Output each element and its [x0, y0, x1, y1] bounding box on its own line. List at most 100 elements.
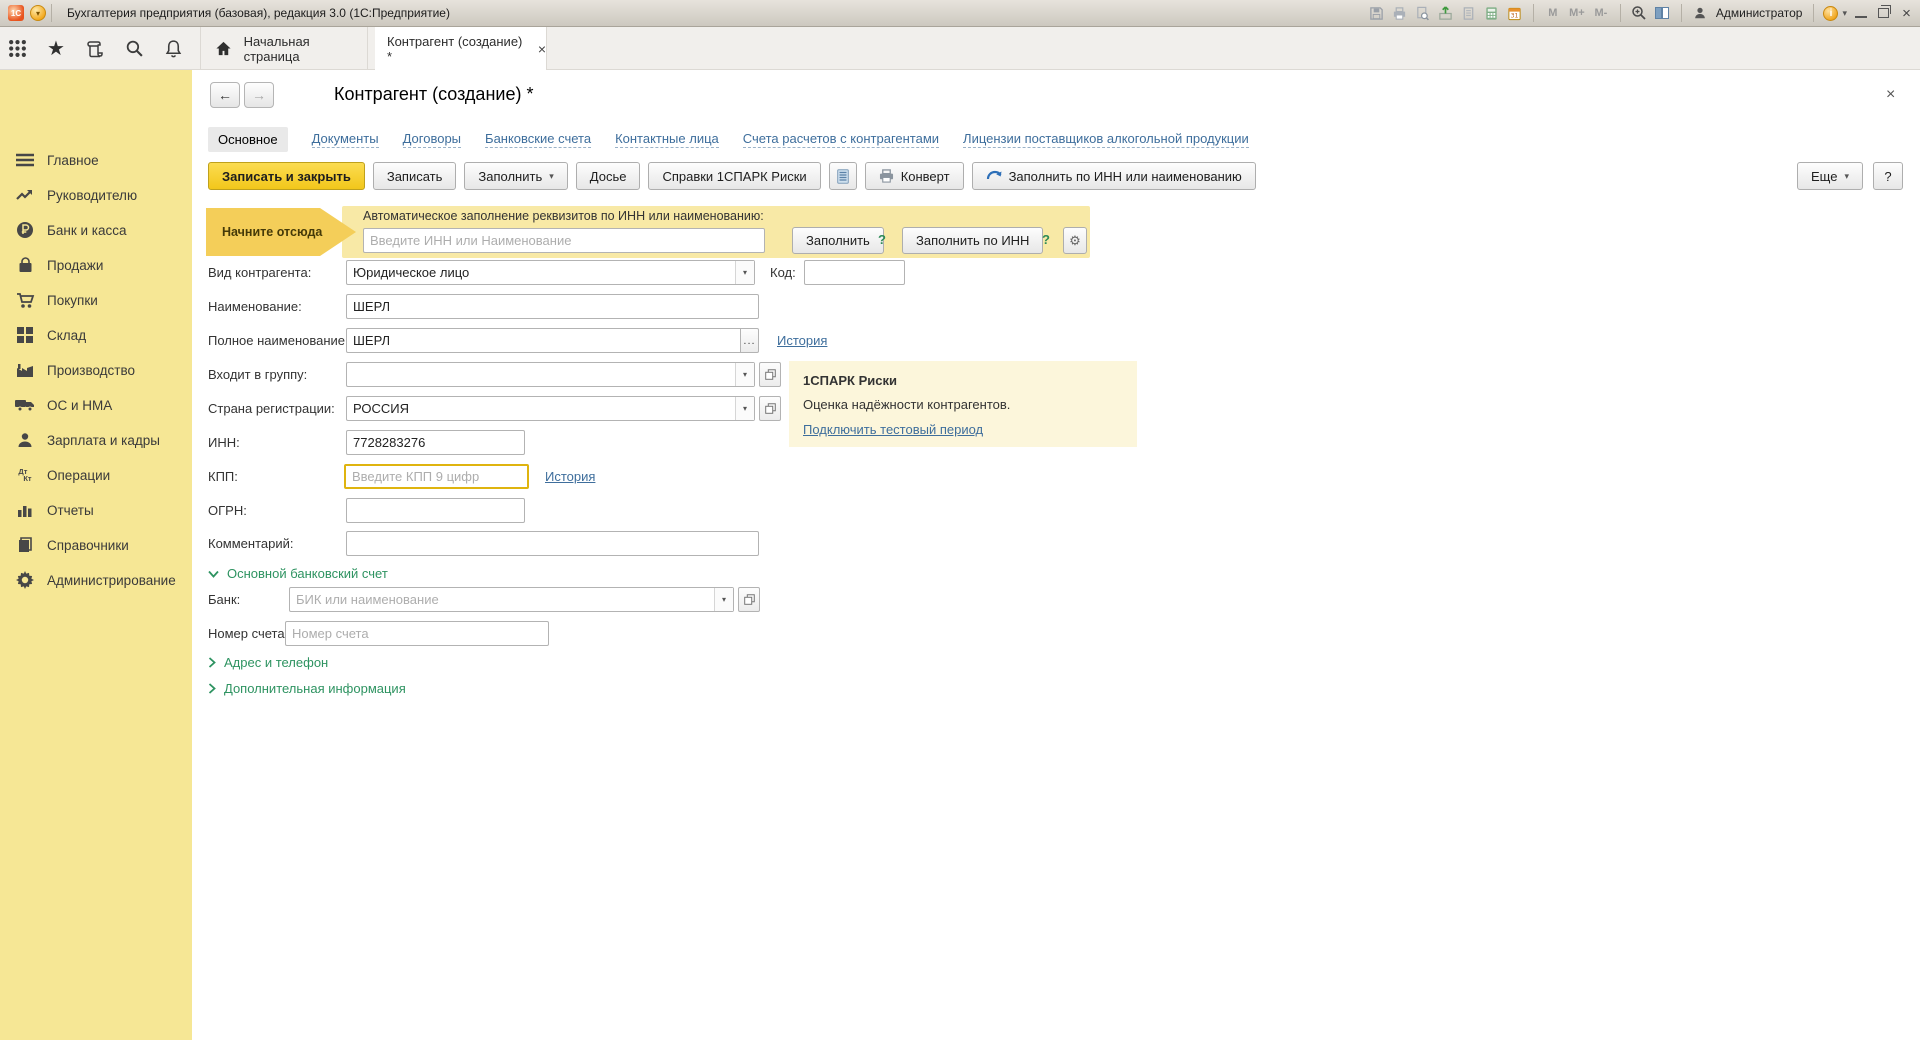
main-menu-dropdown-icon[interactable]: ▾: [30, 5, 46, 21]
bank-open-button[interactable]: [738, 587, 760, 612]
split-window-icon[interactable]: [1653, 4, 1672, 23]
sidebar-item-operations[interactable]: ДтКт Операции: [0, 462, 192, 488]
zoom-icon[interactable]: [1630, 4, 1649, 23]
group-input[interactable]: [346, 362, 755, 387]
form-close-icon[interactable]: ×: [1886, 86, 1895, 104]
hint-settings-button[interactable]: ⚙: [1063, 227, 1087, 254]
help-button[interactable]: ?: [1873, 162, 1903, 190]
print-icon[interactable]: [1390, 4, 1409, 23]
kpp-input[interactable]: [344, 464, 529, 489]
minimize-button[interactable]: [1851, 4, 1870, 23]
group-open-button[interactable]: [759, 362, 781, 387]
memory-m-minus-button[interactable]: M-: [1591, 7, 1611, 19]
section-bank-account[interactable]: Основной банковский счет: [208, 566, 388, 581]
info-dropdown-icon[interactable]: ▾: [1842, 8, 1847, 19]
dropdown-arrow-icon: ▾: [1844, 171, 1849, 182]
bank-input[interactable]: [289, 587, 734, 612]
tab-home[interactable]: Начальная страница: [200, 27, 368, 70]
chevron-down-icon[interactable]: ▾: [735, 397, 754, 420]
inn-input[interactable]: [346, 430, 525, 455]
sidebar-item-payroll-hr[interactable]: Зарплата и кадры: [0, 427, 192, 453]
kind-input[interactable]: [346, 260, 755, 285]
print-preview-icon[interactable]: [1413, 4, 1432, 23]
tab-counterparty[interactable]: Контрагент (создание) * ×: [375, 27, 547, 70]
fill-dropdown-button[interactable]: Заполнить▾: [464, 162, 567, 190]
save-button[interactable]: Записать: [373, 162, 457, 190]
notifications-bell-icon[interactable]: [162, 38, 184, 60]
inn-or-name-input[interactable]: [363, 228, 765, 253]
memory-m-plus-button[interactable]: M+: [1567, 7, 1587, 19]
tab-close-icon[interactable]: ×: [538, 41, 546, 57]
section-address-phone[interactable]: Адрес и телефон: [208, 655, 328, 670]
group-combobox[interactable]: ▾: [346, 362, 755, 387]
info-icon[interactable]: i: [1823, 6, 1838, 21]
section-extra-info[interactable]: Дополнительная информация: [208, 681, 406, 696]
send-icon[interactable]: [1436, 4, 1455, 23]
sidebar-item-reports[interactable]: Отчеты: [0, 497, 192, 523]
nav-tab-bank-accounts[interactable]: Банковские счета: [485, 131, 591, 148]
search-icon[interactable]: [123, 38, 145, 60]
sidebar-item-warehouse[interactable]: Склад: [0, 322, 192, 348]
open-form-icon: [765, 403, 776, 414]
code-input[interactable]: [804, 260, 905, 285]
envelope-print-button[interactable]: Конверт: [865, 162, 964, 190]
chevron-down-icon[interactable]: ▾: [735, 261, 754, 284]
spark-trial-link[interactable]: Подключить тестовый период: [803, 422, 983, 437]
country-input[interactable]: [346, 396, 755, 421]
dossier-button[interactable]: Досье: [576, 162, 641, 190]
nav-tab-alcohol-licenses[interactable]: Лицензии поставщиков алкогольной продукц…: [963, 131, 1249, 148]
sidebar-item-sales[interactable]: Продажи: [0, 252, 192, 278]
spark-reports-button[interactable]: Справки 1СПАРК Риски: [648, 162, 820, 190]
account-input[interactable]: [285, 621, 549, 646]
chevron-down-icon[interactable]: ▾: [735, 363, 754, 386]
full-name-history-link[interactable]: История: [777, 333, 827, 348]
close-window-button[interactable]: ×: [1897, 4, 1916, 23]
current-user-name[interactable]: Администратор: [1716, 6, 1803, 20]
apps-menu-icon[interactable]: [6, 38, 28, 60]
sidebar-item-directories[interactable]: Справочники: [0, 532, 192, 558]
favorites-star-icon[interactable]: ★: [45, 38, 67, 60]
calculator-icon[interactable]: [1482, 4, 1501, 23]
bank-combobox[interactable]: ▾: [289, 587, 734, 612]
gear-icon: ⚙: [1069, 233, 1081, 249]
nav-tab-contacts[interactable]: Контактные лица: [615, 131, 719, 148]
back-button[interactable]: ←: [210, 82, 240, 108]
hint-fill-by-inn-button[interactable]: Заполнить по ИНН: [902, 227, 1043, 254]
kpp-history-link[interactable]: История: [545, 469, 595, 484]
memory-m-button[interactable]: M: [1543, 7, 1563, 19]
titlebar-separator: [1533, 4, 1534, 22]
hint-fill-button[interactable]: Заполнить: [792, 227, 884, 254]
full-name-input[interactable]: [346, 328, 741, 353]
full-name-more-button[interactable]: ...: [741, 328, 759, 353]
chevron-down-icon[interactable]: ▾: [714, 588, 733, 611]
nav-tab-main[interactable]: Основное: [208, 127, 288, 152]
more-button[interactable]: Еще▾: [1797, 162, 1863, 190]
print-form-icon[interactable]: [1459, 4, 1478, 23]
hint-help-link[interactable]: ?: [878, 232, 886, 247]
nav-tab-contracts[interactable]: Договоры: [403, 131, 461, 148]
country-open-button[interactable]: [759, 396, 781, 421]
sidebar-item-purchases[interactable]: Покупки: [0, 287, 192, 313]
fill-by-inn-button[interactable]: Заполнить по ИНН или наименованию: [972, 162, 1256, 190]
sidebar-item-manager[interactable]: Руководителю: [0, 182, 192, 208]
save-icon[interactable]: [1367, 4, 1386, 23]
calendar-icon[interactable]: 31: [1505, 4, 1524, 23]
nav-tab-settlement-accounts[interactable]: Счета расчетов с контрагентами: [743, 131, 939, 148]
history-icon[interactable]: [84, 38, 106, 60]
name-input[interactable]: [346, 294, 759, 319]
kind-combobox[interactable]: ▾: [346, 260, 755, 285]
sidebar-item-main[interactable]: Главное: [0, 147, 192, 173]
hint-help2-link[interactable]: ?: [1042, 232, 1050, 247]
forward-button[interactable]: →: [244, 82, 274, 108]
sidebar-item-production[interactable]: Производство: [0, 357, 192, 383]
restore-button[interactable]: [1874, 4, 1893, 23]
sidebar-item-administration[interactable]: Администрирование: [0, 567, 192, 593]
country-combobox[interactable]: ▾: [346, 396, 755, 421]
sidebar-item-bank-cash[interactable]: Банк и касса: [0, 217, 192, 243]
nav-tab-documents[interactable]: Документы: [312, 131, 379, 148]
comment-input[interactable]: [346, 531, 759, 556]
sidebar-item-fixed-assets[interactable]: ОС и НМА: [0, 392, 192, 418]
ogrn-input[interactable]: [346, 498, 525, 523]
save-and-close-button[interactable]: Записать и закрыть: [208, 162, 365, 190]
report-list-icon-button[interactable]: [829, 162, 857, 190]
